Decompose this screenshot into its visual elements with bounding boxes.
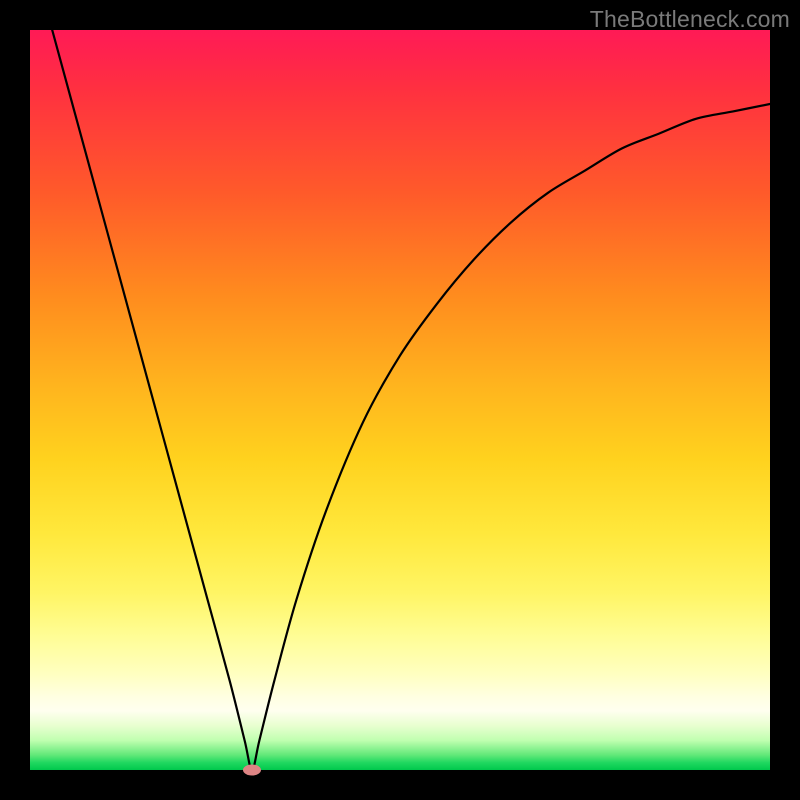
minimum-marker: [243, 765, 261, 776]
chart-container: TheBottleneck.com: [0, 0, 800, 800]
watermark-text: TheBottleneck.com: [590, 6, 790, 33]
bottleneck-curve: [30, 30, 770, 770]
plot-area: [30, 30, 770, 770]
